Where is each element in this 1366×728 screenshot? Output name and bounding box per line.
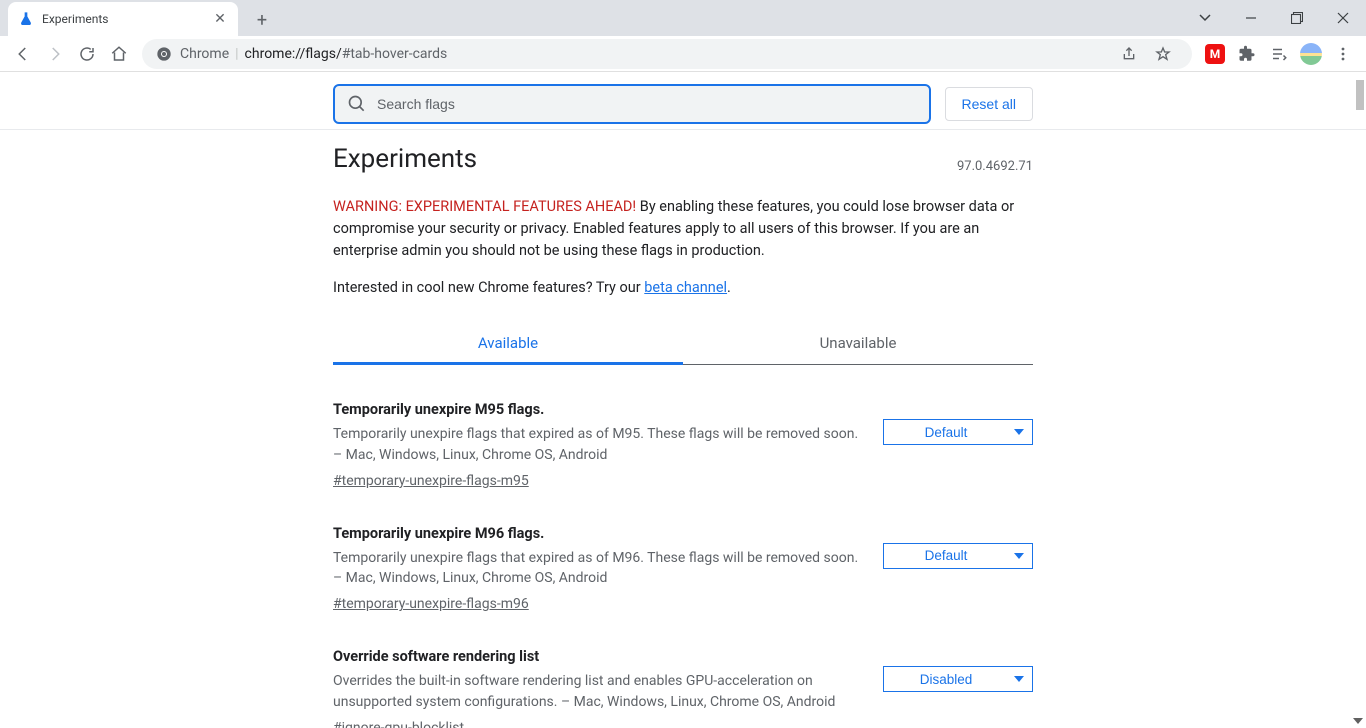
chrome-icon bbox=[156, 46, 172, 62]
window-maximize-button[interactable] bbox=[1274, 4, 1320, 32]
window-minimize-button[interactable] bbox=[1228, 4, 1274, 32]
beta-channel-link[interactable]: beta channel bbox=[644, 279, 727, 296]
header-divider bbox=[0, 129, 1366, 130]
flag-item: Override software rendering list Override… bbox=[333, 648, 1033, 728]
page-title: Experiments bbox=[333, 144, 477, 174]
flag-description: Overrides the built-in software renderin… bbox=[333, 671, 863, 712]
flag-item: Temporarily unexpire M95 flags. Temporari… bbox=[333, 401, 1033, 489]
back-button[interactable] bbox=[8, 39, 38, 69]
profile-avatar[interactable] bbox=[1296, 39, 1326, 69]
page-content: Reset all Experiments 97.0.4692.71 WARNI… bbox=[0, 72, 1366, 728]
reload-button[interactable] bbox=[72, 39, 102, 69]
flag-title: Override software rendering list bbox=[333, 648, 863, 665]
flag-state-select[interactable]: Default bbox=[883, 543, 1033, 569]
tabs-dropdown-icon[interactable] bbox=[1182, 4, 1228, 32]
menu-icon[interactable] bbox=[1328, 39, 1358, 69]
browser-toolbar: Chrome|chrome://flags/#tab-hover-cards M bbox=[0, 36, 1366, 72]
flag-state-select[interactable]: Disabled bbox=[883, 666, 1033, 692]
reset-all-button[interactable]: Reset all bbox=[945, 87, 1033, 121]
address-bar[interactable]: Chrome|chrome://flags/#tab-hover-cards bbox=[142, 39, 1192, 69]
warning-text: WARNING: EXPERIMENTAL FEATURES AHEAD! By… bbox=[333, 196, 1033, 261]
home-button[interactable] bbox=[104, 39, 134, 69]
share-icon[interactable] bbox=[1114, 39, 1144, 69]
search-icon bbox=[347, 94, 367, 114]
flask-icon bbox=[18, 11, 34, 27]
flag-state-select[interactable]: Default bbox=[883, 419, 1033, 445]
close-tab-icon[interactable]: ✕ bbox=[212, 11, 228, 27]
flag-title: Temporarily unexpire M95 flags. bbox=[333, 401, 863, 418]
tab-unavailable[interactable]: Unavailable bbox=[683, 322, 1033, 364]
scroll-down-icon[interactable] bbox=[1353, 718, 1363, 724]
bookmark-icon[interactable] bbox=[1148, 39, 1178, 69]
tab-title: Experiments bbox=[42, 12, 212, 26]
extensions-icon[interactable] bbox=[1232, 39, 1262, 69]
tab-available[interactable]: Available bbox=[333, 322, 683, 364]
search-input[interactable] bbox=[377, 96, 917, 112]
window-close-button[interactable] bbox=[1320, 4, 1366, 32]
search-flags-box[interactable] bbox=[333, 84, 931, 124]
new-tab-button[interactable]: + bbox=[248, 6, 276, 34]
flag-anchor-link[interactable]: #temporary-unexpire-flags-m96 bbox=[333, 596, 529, 612]
flag-description: Temporarily unexpire flags that expired … bbox=[333, 548, 863, 589]
extension-m-icon[interactable]: M bbox=[1200, 39, 1230, 69]
flags-tabs: Available Unavailable bbox=[333, 322, 1033, 365]
url-text: Chrome|chrome://flags/#tab-hover-cards bbox=[180, 46, 447, 62]
flag-anchor-link[interactable]: #temporary-unexpire-flags-m95 bbox=[333, 473, 529, 489]
scrollbar-thumb[interactable] bbox=[1356, 80, 1364, 110]
flag-title: Temporarily unexpire M96 flags. bbox=[333, 525, 863, 542]
beta-channel-text: Interested in cool new Chrome features? … bbox=[333, 279, 1033, 296]
tab-strip: Experiments ✕ + bbox=[0, 0, 1366, 36]
scrollbar[interactable] bbox=[1350, 72, 1366, 728]
reading-list-icon[interactable] bbox=[1264, 39, 1294, 69]
flag-description: Temporarily unexpire flags that expired … bbox=[333, 424, 863, 465]
browser-tab[interactable]: Experiments ✕ bbox=[8, 2, 238, 36]
forward-button[interactable] bbox=[40, 39, 70, 69]
flag-item: Temporarily unexpire M96 flags. Temporari… bbox=[333, 525, 1033, 613]
flag-anchor-link[interactable]: #ignore-gpu-blocklist bbox=[333, 720, 464, 728]
chrome-version: 97.0.4692.71 bbox=[957, 159, 1033, 174]
